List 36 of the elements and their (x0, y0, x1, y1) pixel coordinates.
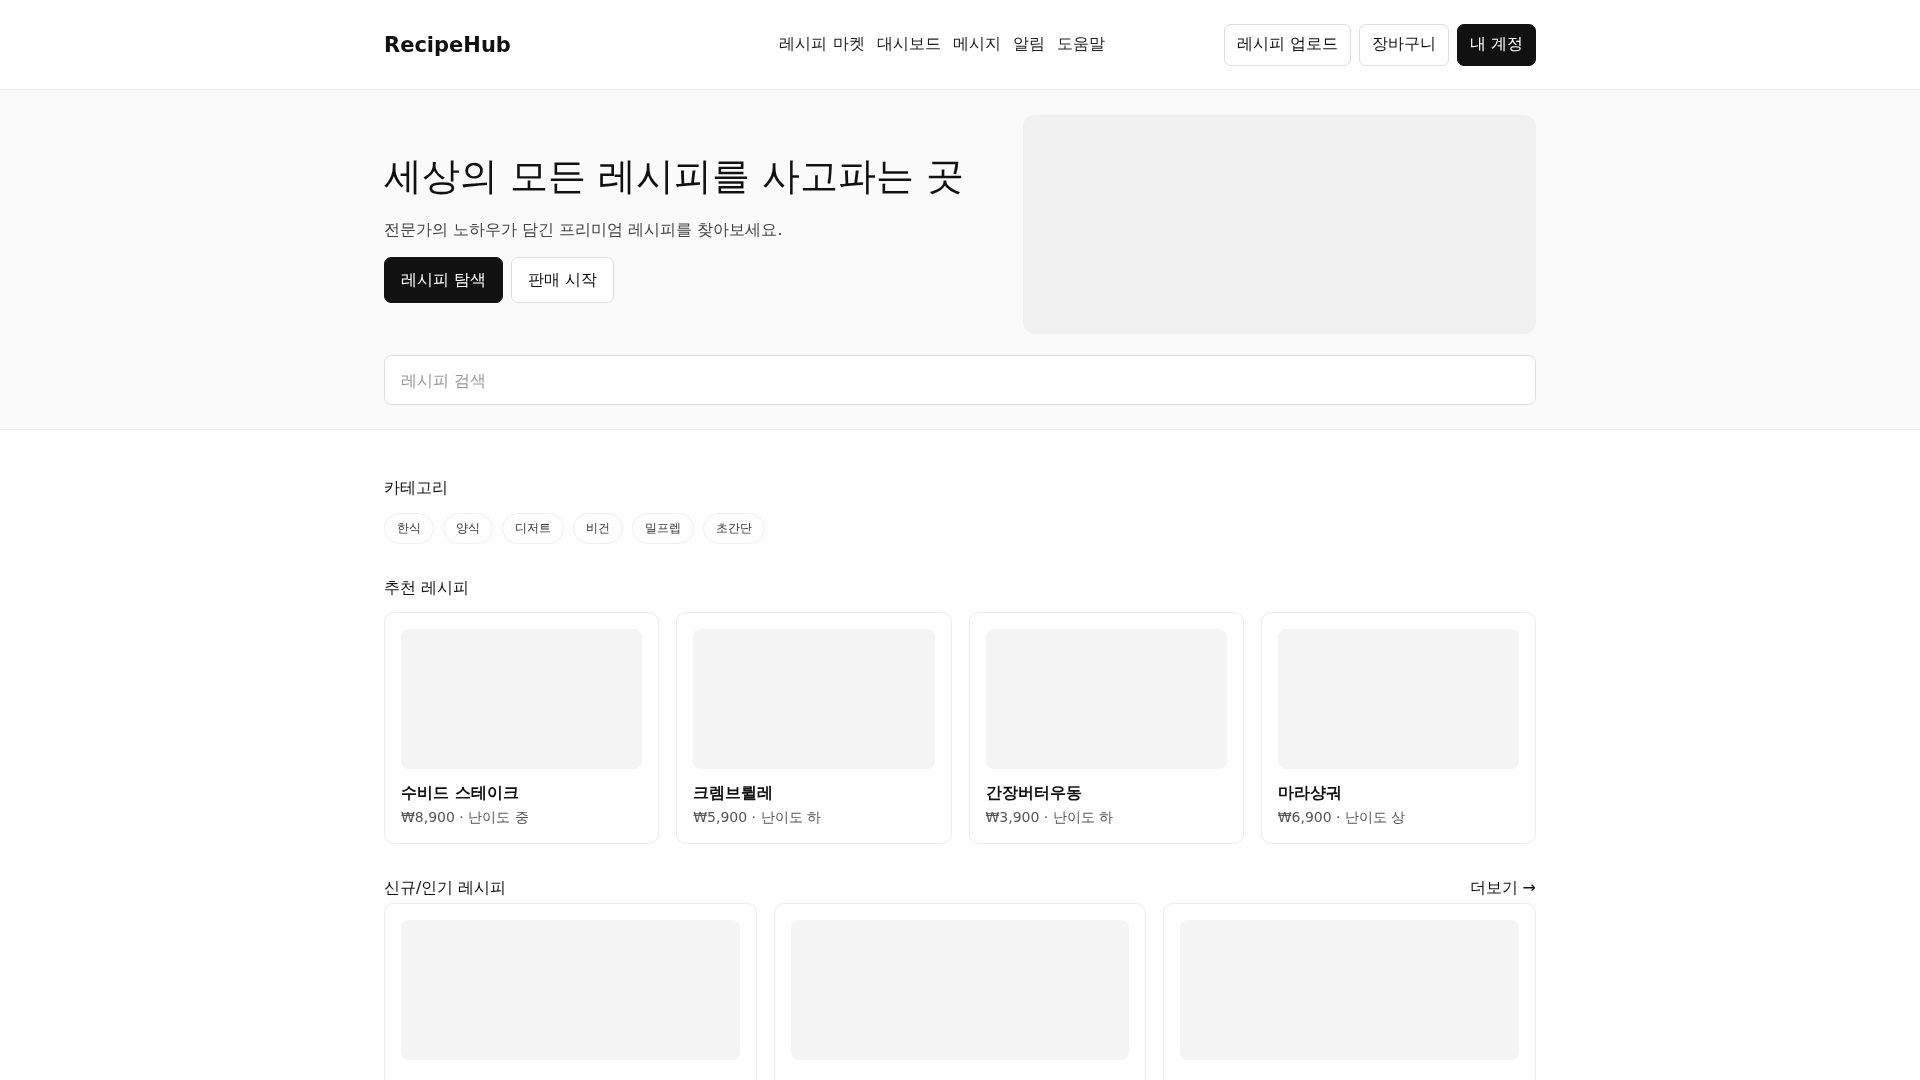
category-chip[interactable]: 비건 (573, 513, 623, 544)
header-button[interactable]: 레시피 업로드 (1223, 23, 1351, 66)
header-button[interactable]: 내 계정 (1456, 23, 1536, 66)
recipe-meta: ₩6,900 · 난이도 상 (1277, 809, 1407, 827)
recipe-card[interactable]: 수비드 스테이크 ₩8,900 · 난이도 중 (384, 612, 660, 844)
category-chip[interactable]: 초간단 (703, 513, 765, 544)
recipe-name: 간장버터우동 (985, 783, 1083, 804)
section-title: 신규/인기 레시피 (384, 878, 507, 899)
recipe-meta: ₩5,900 · 난이도 하 (693, 809, 822, 827)
section-title: 추천 레시피 (384, 578, 471, 599)
category-chip[interactable]: 한식 (384, 513, 434, 544)
recipe-card[interactable]: 크렘브륄레 ₩5,900 · 난이도 하 (676, 612, 952, 844)
hero-subtitle: 전문가의 노하우가 담긴 프리미엄 레시피를 찾아보세요. (384, 220, 784, 241)
nav-link[interactable]: 레시피 마켓 (779, 34, 865, 55)
section-title: 카테고리 (384, 478, 449, 499)
hero-button[interactable]: 판매 시작 (511, 257, 615, 303)
header-button[interactable]: 장바구니 (1358, 23, 1449, 66)
nav-link[interactable]: 대시보드 (876, 34, 941, 55)
nav-link[interactable]: 도움말 (1056, 34, 1105, 55)
recipe-card[interactable]: 마라샹궈 ₩6,900 · 난이도 상 (1260, 612, 1536, 844)
hero-button[interactable]: 레시피 탐색 (384, 257, 504, 303)
more-link[interactable]: 더보기 → (1469, 878, 1536, 899)
category-chip[interactable]: 양식 (443, 513, 493, 544)
nav-link[interactable]: 알림 (1012, 34, 1045, 55)
recipe-meta: ₩8,900 · 난이도 중 (401, 809, 530, 827)
search-field[interactable]: 레시피 검색 (384, 355, 1536, 405)
recipe-name: 마라샹궈 (1277, 783, 1343, 804)
recipe-card[interactable]: 간장버터우동 ₩3,900 · 난이도 하 (968, 612, 1244, 844)
nav-link[interactable]: 메시지 (952, 34, 1001, 55)
category-chip[interactable]: 디저트 (502, 513, 564, 544)
hero-title: 세상의 모든 레시피를 사고파는 곳 (384, 153, 965, 200)
logo[interactable]: RecipeHub (384, 32, 644, 57)
category-chip[interactable]: 밀프렙 (632, 513, 694, 544)
recipe-name: 수비드 스테이크 (401, 783, 520, 804)
recipe-name: 크렘브륄레 (693, 783, 775, 804)
recipe-meta: ₩3,900 · 난이도 하 (985, 809, 1115, 827)
